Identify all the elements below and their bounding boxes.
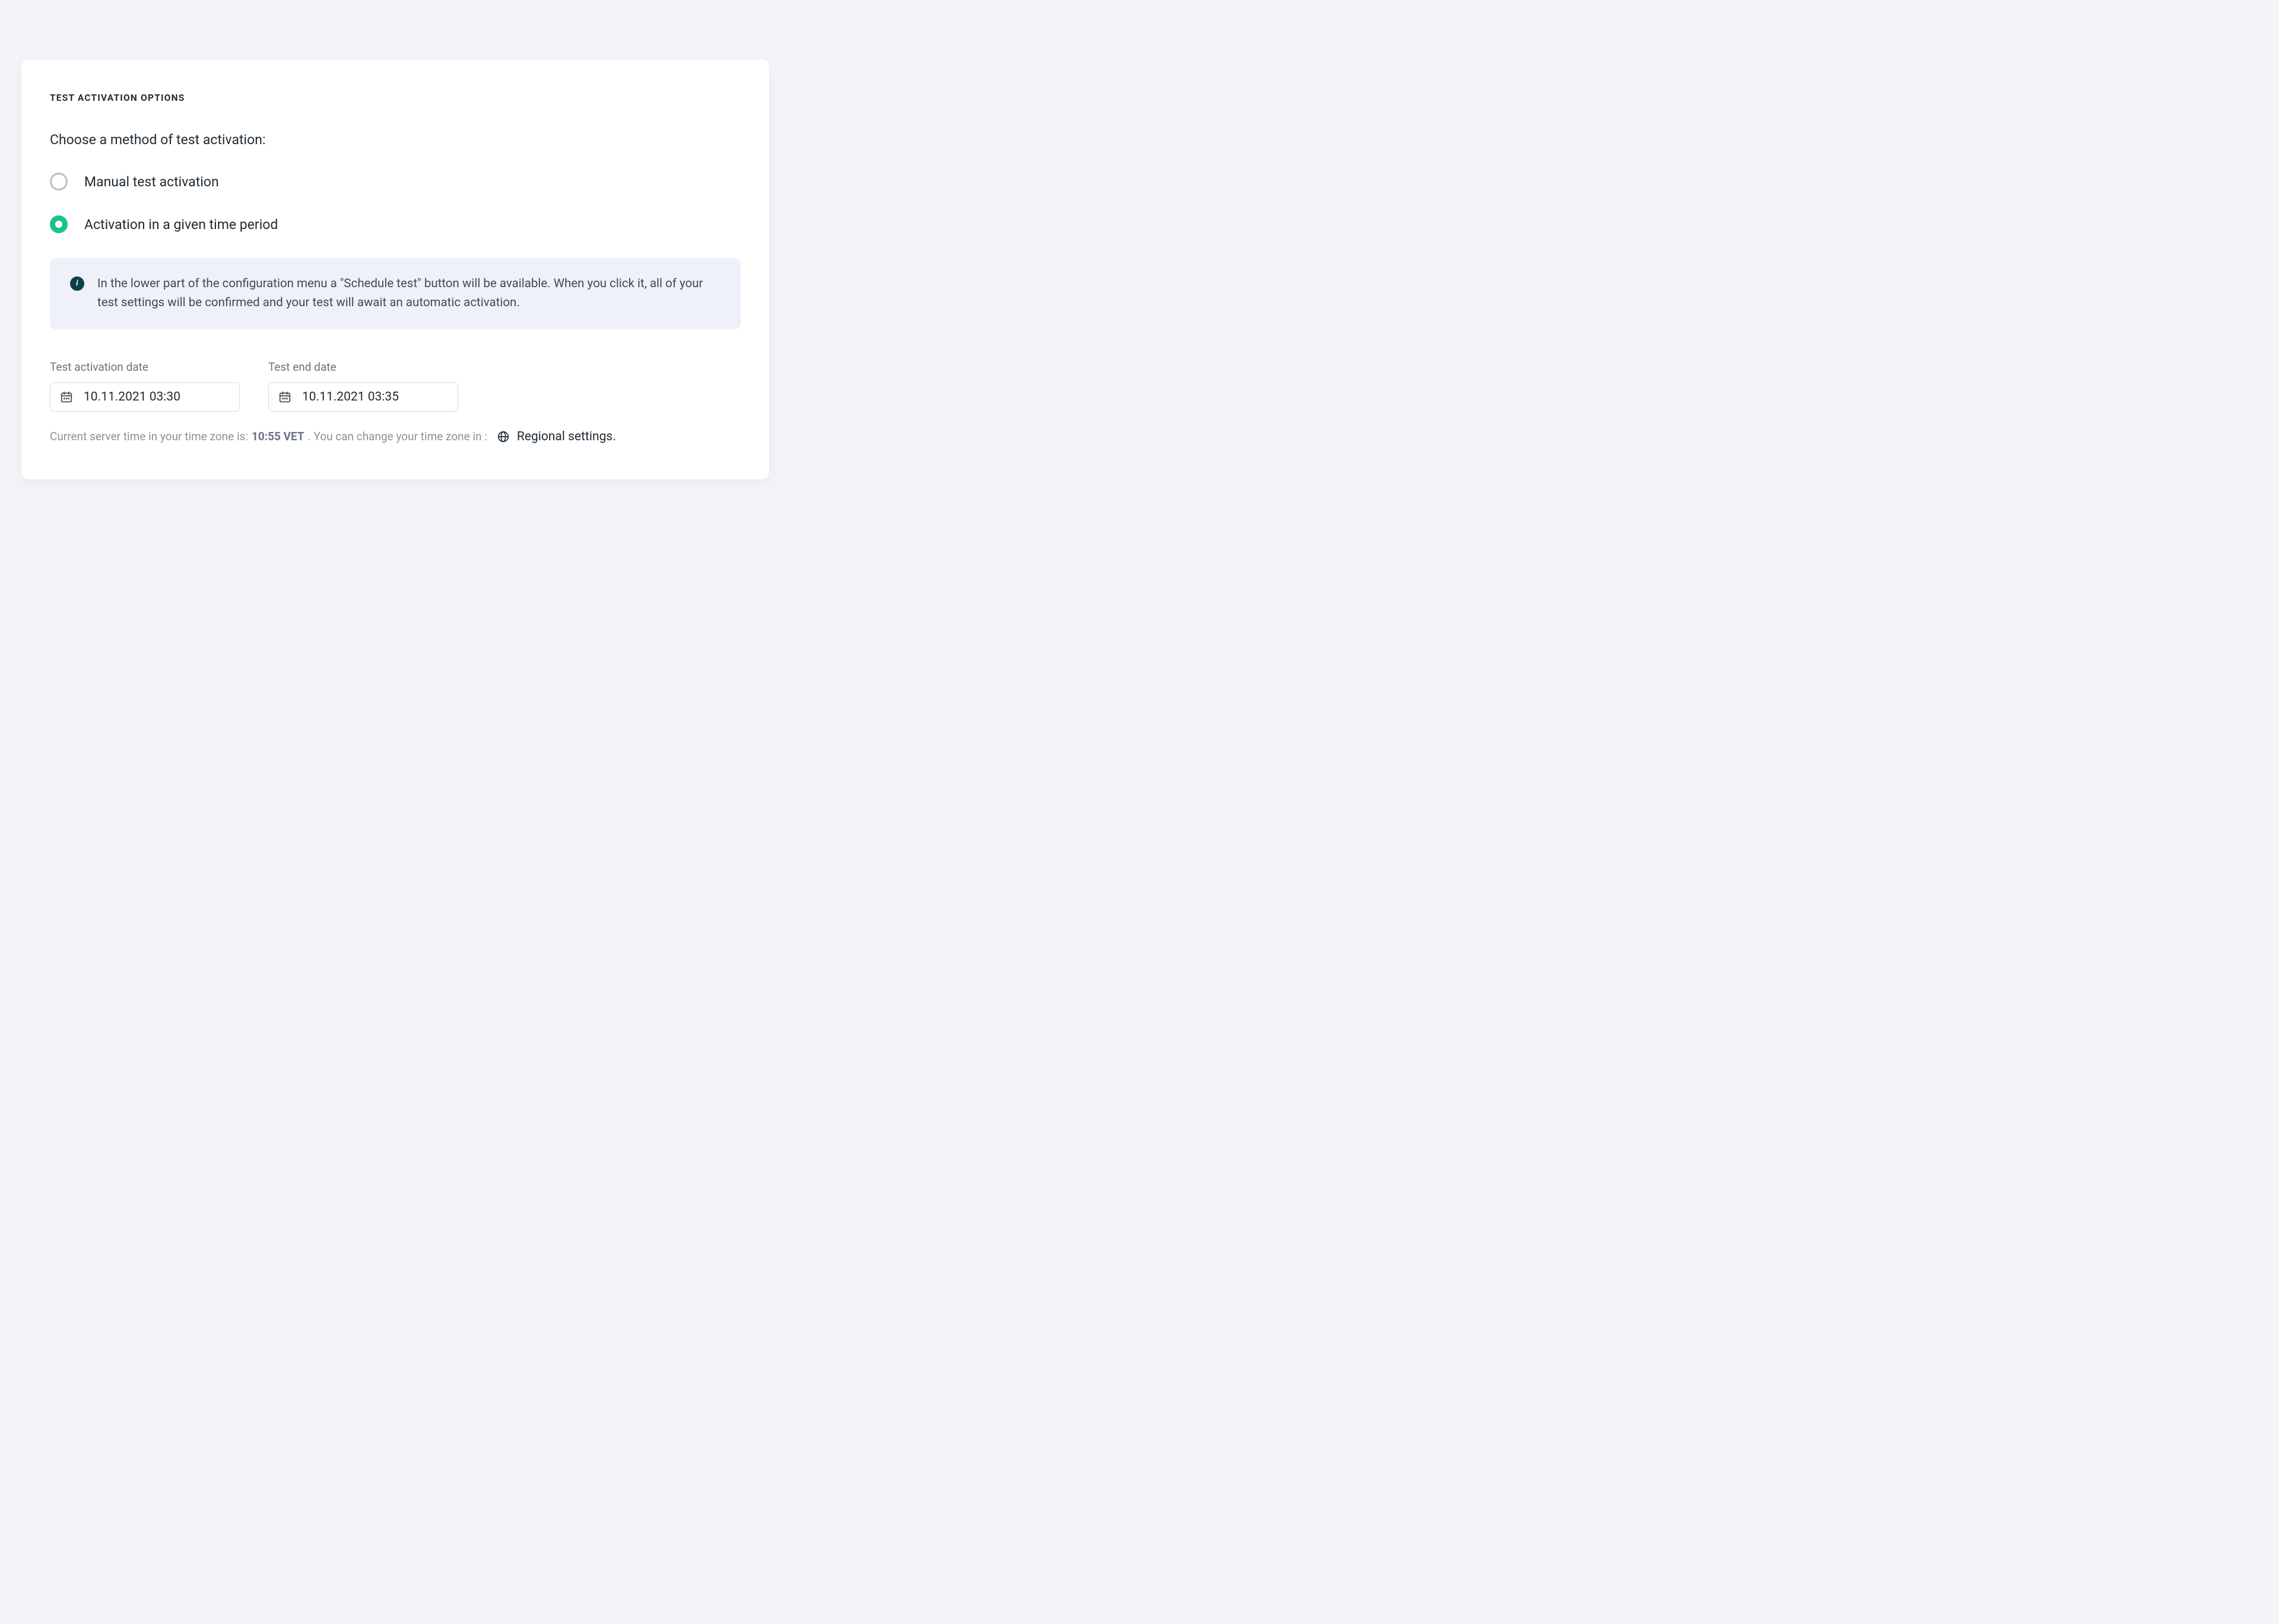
date-fields-row: Test activation date 10.11.2021 03:30 [50,360,741,412]
footer-suffix: . You can change your time zone in : [308,430,487,443]
end-date-input[interactable]: 10.11.2021 03:35 [268,382,458,412]
server-time-footer: Current server time in your time zone is… [50,430,741,444]
radio-label-manual: Manual test activation [84,174,219,190]
end-date-field: Test end date 10.11.2021 03:35 [268,360,458,412]
footer-prefix: Current server time in your time zone is… [50,430,248,443]
radio-inner-dot [55,221,62,228]
radio-icon [50,173,68,190]
calendar-icon [60,390,73,403]
activation-date-value: 10.11.2021 03:30 [84,390,180,404]
info-box: i In the lower part of the configuration… [50,258,741,329]
radio-option-scheduled[interactable]: Activation in a given time period [50,215,741,233]
radio-option-manual[interactable]: Manual test activation [50,173,741,190]
activation-options-card: TEST ACTIVATION OPTIONS Choose a method … [21,59,769,479]
calendar-icon [278,390,291,403]
regional-settings-label: Regional settings. [517,430,616,444]
activation-date-field: Test activation date 10.11.2021 03:30 [50,360,240,412]
end-date-label: Test end date [268,360,458,374]
end-date-value: 10.11.2021 03:35 [302,390,399,404]
activation-date-label: Test activation date [50,360,240,374]
activation-date-input[interactable]: 10.11.2021 03:30 [50,382,240,412]
globe-icon [497,430,510,443]
regional-settings-link[interactable]: Regional settings. [497,430,616,444]
section-title: TEST ACTIVATION OPTIONS [50,93,741,103]
server-time-value: 10:55 VET [252,430,304,443]
info-text: In the lower part of the configuration m… [97,275,720,313]
info-icon: i [70,277,84,291]
radio-label-scheduled: Activation in a given time period [84,217,278,233]
radio-icon-selected [50,215,68,233]
activation-prompt: Choose a method of test activation: [50,132,741,148]
